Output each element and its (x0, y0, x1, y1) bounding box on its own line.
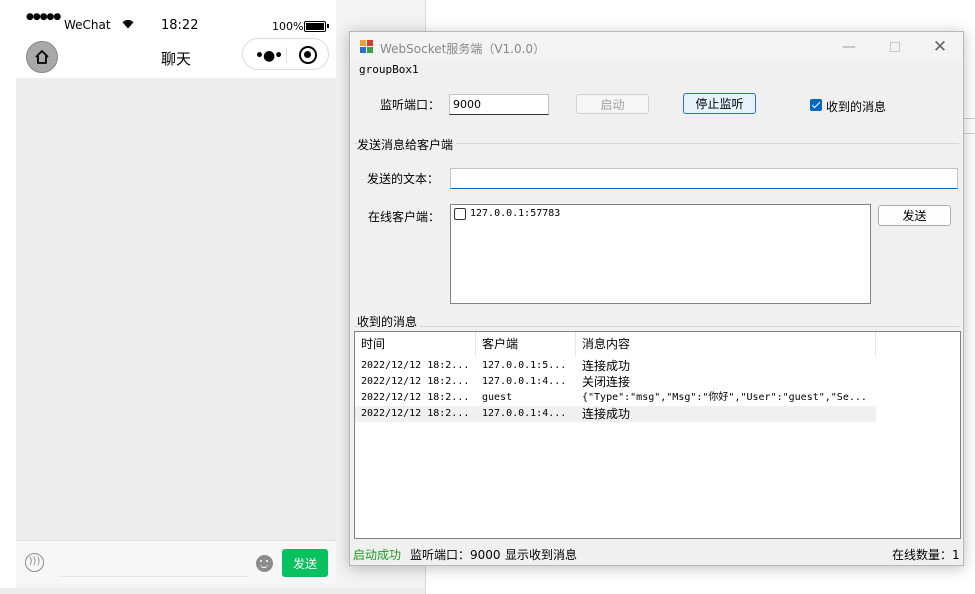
desktop-background (0, 588, 425, 594)
status-bar: 启动成功 监听端口：9000 显示收到消息 在线数量：1 (350, 542, 963, 565)
table-row[interactable]: 2022/12/12 18:2... 127.0.0.1:5... 连接成功 (355, 358, 876, 374)
app-icon (360, 40, 374, 54)
status-online-count: 在线数量：1 (892, 548, 960, 562)
row-client: guest (482, 392, 513, 403)
phone-status-bar: ●●●●● WeChat 18:22 100% (16, 0, 336, 36)
desktop-background (0, 0, 16, 594)
received-messages-checkbox[interactable] (810, 99, 822, 111)
status-show-messages: 显示收到消息 (505, 548, 578, 562)
client-address: 127.0.0.1:57783 (470, 208, 561, 219)
send-to-client-button[interactable]: 发送 (878, 205, 951, 226)
background-divider (963, 118, 975, 119)
maximize-icon (890, 42, 900, 52)
websocket-server-window: WebSocket服务端（V1.0.0） — ✕ groupBox1 监听端口：… (349, 31, 964, 566)
emoji-icon[interactable] (256, 555, 273, 572)
section-divider (354, 326, 959, 327)
wifi-icon (122, 20, 134, 29)
capsule-divider (286, 47, 287, 63)
signal-icon: ●●●●● (26, 12, 61, 22)
table-row[interactable]: 2022/12/12 18:2... 127.0.0.1:4... 连接成功 (355, 406, 876, 422)
column-header-time[interactable]: 时间 (355, 332, 476, 356)
port-label: 监听端口： (380, 98, 441, 112)
row-content: {"Type":"msg","Msg":"你好","User":"guest",… (582, 392, 867, 403)
mini-program-capsule: •●• (242, 38, 329, 70)
minimize-button[interactable]: — (826, 32, 872, 62)
message-input[interactable] (58, 549, 248, 577)
send-section-label: 发送消息给客户端 (357, 136, 457, 153)
carrier-label: WeChat (64, 18, 111, 32)
chat-area (16, 78, 336, 540)
phone-nav-bar: 聊天 •●• (16, 36, 336, 78)
chat-input-bar: ))) 发送 (16, 540, 336, 584)
more-icon[interactable]: •●• (255, 48, 283, 64)
status-time: 18:22 (161, 18, 199, 33)
table-row[interactable]: 2022/12/12 18:2... guest {"Type":"msg","… (355, 390, 876, 406)
title-bar[interactable]: WebSocket服务端（V1.0.0） — ✕ (350, 32, 963, 62)
row-time: 2022/12/12 18:2... (361, 392, 470, 403)
row-time: 2022/12/12 18:2... (361, 360, 470, 371)
table-row[interactable]: 2022/12/12 18:2... 127.0.0.1:4... 关闭连接 (355, 374, 876, 390)
received-section-label: 收到的消息 (357, 313, 421, 330)
row-time: 2022/12/12 18:2... (361, 408, 470, 419)
stop-listen-button[interactable]: 停止监听 (683, 93, 756, 114)
background-divider (963, 133, 975, 134)
row-time: 2022/12/12 18:2... (361, 376, 470, 387)
voice-icon[interactable]: ))) (25, 553, 44, 572)
close-button[interactable]: ✕ (917, 32, 963, 62)
online-clients-list: 127.0.0.1:57783 (450, 204, 871, 304)
battery-percent: 100% (272, 20, 304, 33)
battery-icon (304, 21, 329, 32)
minimize-icon: — (842, 39, 856, 55)
window-title: WebSocket服务端（V1.0.0） (380, 42, 546, 56)
received-messages-table: 时间 客户端 消息内容 2022/12/12 18:2... 127.0.0.1… (354, 331, 961, 539)
groupbox1-label: groupBox1 (359, 63, 419, 76)
status-port: 监听端口：9000 (410, 548, 501, 562)
row-content: 连接成功 (582, 407, 631, 421)
port-input[interactable] (449, 94, 549, 115)
received-messages-checkbox-label[interactable]: 收到的消息 (826, 98, 886, 115)
row-content: 连接成功 (582, 359, 631, 373)
client-checkbox[interactable] (454, 208, 466, 220)
row-content: 关闭连接 (582, 375, 631, 389)
send-text-label: 发送的文本： (367, 172, 440, 186)
close-target-icon[interactable] (299, 46, 317, 64)
row-client: 127.0.0.1:4... (482, 376, 567, 387)
online-clients-label: 在线客户端： (368, 210, 441, 224)
column-header-content[interactable]: 消息内容 (576, 332, 876, 356)
status-text: 启动成功 (353, 548, 402, 562)
phone-simulator: ●●●●● WeChat 18:22 100% 聊天 •●• ))) 发送 (16, 0, 336, 584)
maximize-button[interactable] (872, 32, 918, 62)
table-header: 时间 客户端 消息内容 (355, 332, 960, 356)
send-text-input[interactable] (450, 168, 958, 189)
row-client: 127.0.0.1:5... (482, 360, 567, 371)
start-button[interactable]: 启动 (576, 94, 649, 114)
close-icon: ✕ (932, 37, 948, 57)
send-button[interactable]: 发送 (282, 549, 328, 577)
column-header-client[interactable]: 客户端 (476, 332, 576, 356)
row-client: 127.0.0.1:4... (482, 408, 567, 419)
